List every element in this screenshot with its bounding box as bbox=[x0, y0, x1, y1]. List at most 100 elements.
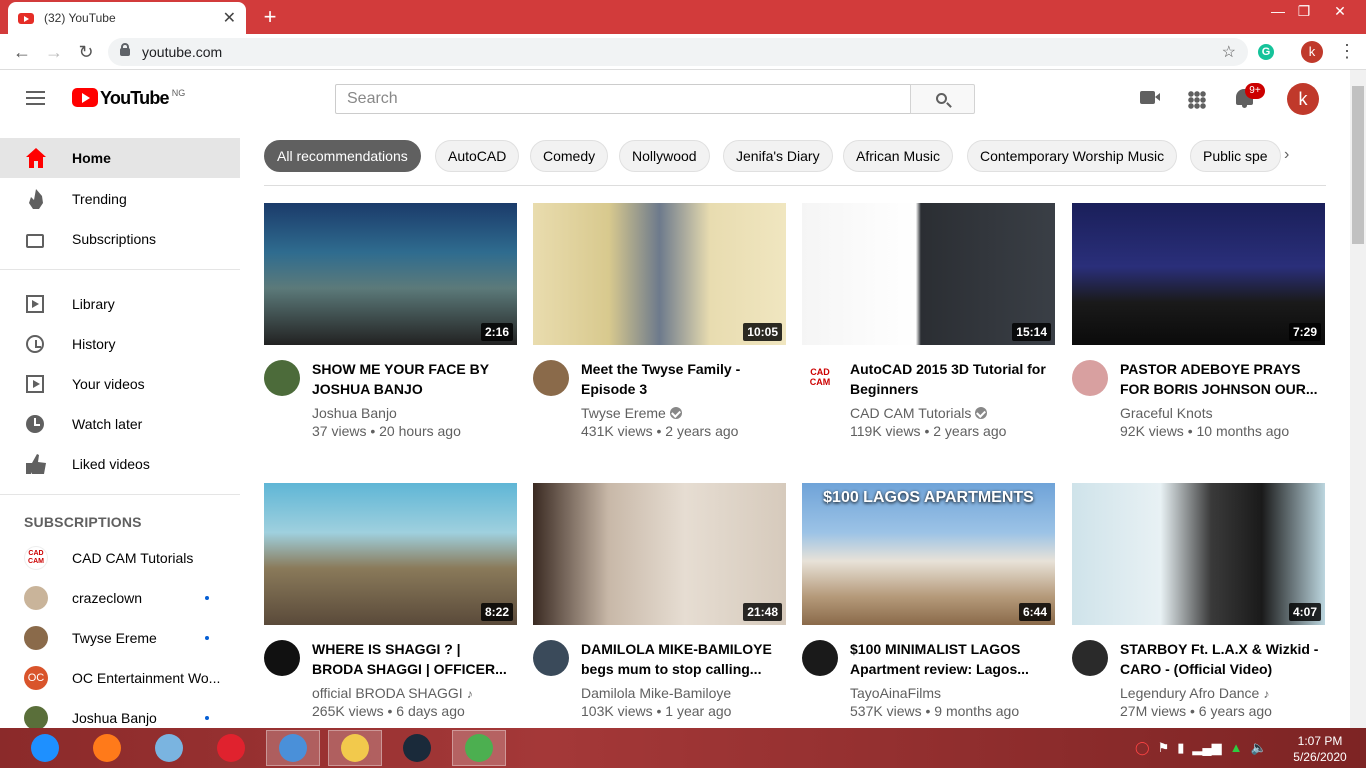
new-tab-button[interactable]: + bbox=[258, 4, 282, 30]
url-text[interactable]: youtube.com bbox=[142, 44, 1222, 60]
taskbar-app-file-explorer[interactable] bbox=[328, 730, 382, 766]
channel-name[interactable]: Legendury Afro Dance bbox=[1120, 685, 1259, 701]
taskbar-app-opera[interactable] bbox=[204, 730, 258, 766]
search-input[interactable]: Search bbox=[335, 84, 911, 114]
video-card[interactable]: 4:07 STARBOY Ft. L.A.X & Wizkid - CARO - … bbox=[1072, 483, 1325, 723]
reload-icon[interactable]: ↻ bbox=[74, 40, 98, 64]
close-tab-icon[interactable]: ✕ bbox=[223, 8, 236, 28]
guide-menu-icon[interactable] bbox=[26, 91, 45, 105]
channel-name[interactable]: Damilola Mike-Bamiloye bbox=[581, 685, 731, 701]
channel-avatar[interactable] bbox=[802, 640, 838, 676]
video-card[interactable]: 2:16 SHOW ME YOUR FACE BY JOSHUA BANJO Jos… bbox=[264, 203, 517, 443]
lock-icon[interactable] bbox=[120, 43, 130, 56]
chip-jenifas-diary[interactable]: Jenifa's Diary bbox=[723, 140, 833, 172]
restore-button[interactable]: ❐ bbox=[1292, 0, 1316, 22]
browser-tab[interactable]: (32) YouTube ✕ bbox=[8, 2, 246, 34]
network-icon[interactable]: ▲ bbox=[1230, 740, 1243, 756]
forward-icon[interactable]: → bbox=[42, 40, 66, 64]
video-card[interactable]: 7:29 PASTOR ADEBOYE PRAYS FOR BORIS JOHNS… bbox=[1072, 203, 1325, 443]
channel-name[interactable]: official BRODA SHAGGI bbox=[312, 685, 463, 701]
video-title[interactable]: PASTOR ADEBOYE PRAYS FOR BORIS JOHNSON O… bbox=[1120, 359, 1320, 399]
video-thumbnail[interactable]: 8:22 bbox=[264, 483, 517, 625]
channel-name[interactable]: Joshua Banjo bbox=[312, 405, 397, 421]
subscription-item[interactable]: Twyse Ereme bbox=[0, 618, 240, 658]
subscription-item[interactable]: crazeclown bbox=[0, 578, 240, 618]
channel-avatar[interactable] bbox=[533, 640, 569, 676]
browser-menu-icon[interactable]: ⋮ bbox=[1338, 40, 1356, 62]
video-card[interactable]: 21:48 DAMILOLA MIKE-BAMILOYE begs mum to … bbox=[533, 483, 786, 723]
video-title[interactable]: STARBOY Ft. L.A.X & Wizkid - CARO - (Off… bbox=[1120, 639, 1320, 679]
channel-avatar[interactable] bbox=[264, 360, 300, 396]
chevron-right-icon[interactable]: › bbox=[1284, 146, 1289, 164]
address-bar[interactable]: youtube.com ☆ bbox=[108, 38, 1248, 66]
channel-name[interactable]: CAD CAM Tutorials bbox=[850, 405, 971, 421]
sidebar-item-watch-later[interactable]: Watch later bbox=[0, 404, 240, 444]
chip-all-recommendations[interactable]: All recommendations bbox=[264, 140, 421, 172]
chip-contemporary-worship-music[interactable]: Contemporary Worship Music bbox=[967, 140, 1178, 172]
search-button[interactable] bbox=[910, 84, 975, 114]
video-card[interactable]: 15:14 CAD CAM AutoCAD 2015 3D Tutorial for… bbox=[802, 203, 1055, 443]
channel-avatar[interactable] bbox=[1072, 640, 1108, 676]
video-card[interactable]: 10:05 Meet the Twyse Family - Episode 3 Tw… bbox=[533, 203, 786, 443]
grammarly-extension-icon[interactable]: G bbox=[1258, 44, 1274, 60]
channel-name[interactable]: Twyse Ereme bbox=[581, 405, 666, 421]
volume-icon[interactable]: 🔈 bbox=[1250, 740, 1266, 756]
battery-icon[interactable]: ▮ bbox=[1177, 740, 1184, 756]
sidebar-item-library[interactable]: Library bbox=[0, 284, 240, 324]
opera-tray-icon[interactable]: ◯ bbox=[1135, 740, 1150, 756]
sidebar-item-liked-videos[interactable]: Liked videos bbox=[0, 444, 240, 484]
channel-name[interactable]: Graceful Knots bbox=[1120, 405, 1213, 421]
scrollbar-thumb[interactable] bbox=[1352, 86, 1364, 244]
create-video-icon[interactable] bbox=[1140, 91, 1160, 104]
taskbar-app-chrome[interactable] bbox=[452, 730, 506, 766]
chip-public-speaking[interactable]: Public spe bbox=[1190, 140, 1281, 172]
taskbar-app-media-player[interactable] bbox=[266, 730, 320, 766]
account-avatar[interactable]: k bbox=[1287, 83, 1319, 115]
back-icon[interactable]: ← bbox=[10, 40, 34, 64]
video-thumbnail[interactable]: 2:16 bbox=[264, 203, 517, 345]
video-title[interactable]: WHERE IS SHAGGI ? | BRODA SHAGGI | OFFIC… bbox=[312, 639, 512, 679]
video-thumbnail[interactable]: 10:05 bbox=[533, 203, 786, 345]
channel-avatar[interactable]: CAD CAM bbox=[802, 360, 838, 396]
video-thumbnail[interactable]: 7:29 bbox=[1072, 203, 1325, 345]
taskbar-app-internet-explorer[interactable] bbox=[18, 730, 72, 766]
close-window-button[interactable]: ✕ bbox=[1328, 0, 1352, 22]
sidebar-item-your-videos[interactable]: Your videos bbox=[0, 364, 240, 404]
youtube-logo[interactable]: YouTube NG bbox=[72, 88, 185, 108]
subscription-item[interactable]: Joshua Banjo bbox=[0, 698, 240, 728]
video-title[interactable]: $100 MINIMALIST LAGOS Apartment review: … bbox=[850, 639, 1050, 679]
sidebar-item-home[interactable]: Home bbox=[0, 138, 240, 178]
video-thumbnail[interactable]: 15:14 bbox=[802, 203, 1055, 345]
taskbar-app-nox[interactable] bbox=[390, 730, 444, 766]
sidebar-item-history[interactable]: History bbox=[0, 324, 240, 364]
browser-profile-avatar[interactable]: k bbox=[1301, 41, 1323, 63]
taskbar-app-firefox[interactable] bbox=[80, 730, 134, 766]
sidebar-item-trending[interactable]: Trending bbox=[0, 179, 240, 219]
channel-avatar[interactable] bbox=[533, 360, 569, 396]
sidebar-item-subscriptions[interactable]: Subscriptions bbox=[0, 219, 240, 259]
video-thumbnail[interactable]: 21:48 bbox=[533, 483, 786, 625]
chip-african-music[interactable]: African Music bbox=[843, 140, 954, 172]
channel-avatar[interactable] bbox=[264, 640, 300, 676]
video-title[interactable]: AutoCAD 2015 3D Tutorial for Beginners bbox=[850, 359, 1050, 399]
chip-nollywood[interactable]: Nollywood bbox=[619, 140, 710, 172]
video-title[interactable]: DAMILOLA MIKE-BAMILOYE begs mum to stop … bbox=[581, 639, 781, 679]
bookmark-star-icon[interactable]: ☆ bbox=[1222, 42, 1236, 62]
video-card[interactable]: 8:22 WHERE IS SHAGGI ? | BRODA SHAGGI | O… bbox=[264, 483, 517, 723]
signal-icon[interactable]: ▂▄▆ bbox=[1192, 740, 1221, 756]
video-thumbnail[interactable]: 4:07 bbox=[1072, 483, 1325, 625]
apps-grid-icon[interactable] bbox=[1188, 91, 1206, 109]
flag-icon[interactable]: ⚑ bbox=[1158, 740, 1170, 756]
channel-name[interactable]: TayoAinaFilms bbox=[850, 685, 941, 701]
subscription-item[interactable]: CAD CAM CAD CAM Tutorials bbox=[0, 538, 240, 578]
taskbar-clock[interactable]: 1:07 PM 5/26/2020 bbox=[1290, 733, 1350, 765]
video-title[interactable]: Meet the Twyse Family - Episode 3 bbox=[581, 359, 781, 399]
subscription-item[interactable]: OC OC Entertainment Wo... bbox=[0, 658, 240, 698]
video-card[interactable]: $100 LAGOS APARTMENTS 6:44 $100 MINIMALIST… bbox=[802, 483, 1055, 723]
chip-comedy[interactable]: Comedy bbox=[530, 140, 609, 172]
chip-autocad[interactable]: AutoCAD bbox=[435, 140, 520, 172]
channel-avatar[interactable] bbox=[1072, 360, 1108, 396]
minimize-button[interactable]: — bbox=[1266, 0, 1290, 22]
video-thumbnail[interactable]: $100 LAGOS APARTMENTS 6:44 bbox=[802, 483, 1055, 625]
video-title[interactable]: SHOW ME YOUR FACE BY JOSHUA BANJO bbox=[312, 359, 512, 399]
